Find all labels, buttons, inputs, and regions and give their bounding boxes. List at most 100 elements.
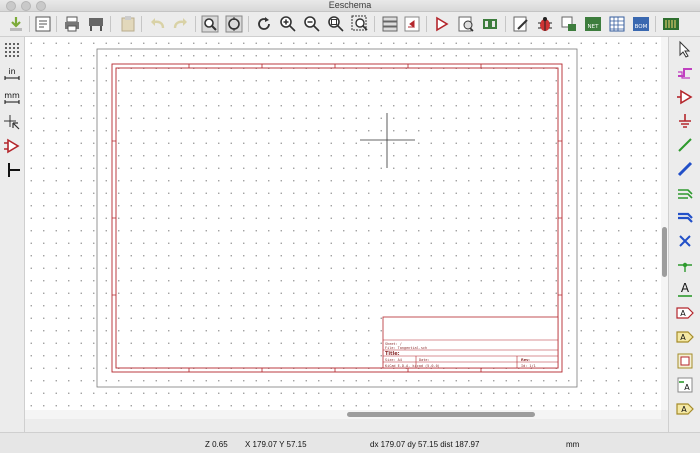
generate-bom-button[interactable]: BOM (631, 14, 651, 34)
footprint-editor-button[interactable] (480, 14, 500, 34)
annotate-icon (513, 16, 528, 32)
page-settings-button[interactable] (33, 14, 53, 34)
status-bar: Z 0.65 X 179.07 Y 57.15 dx 179.07 dy 57.… (0, 432, 700, 453)
spreadsheet-icon (609, 16, 625, 32)
erc-button[interactable] (535, 14, 555, 34)
pcb-editor-button[interactable] (661, 14, 681, 34)
bus-entry-icon (678, 212, 693, 223)
hidden-pins-icon (4, 138, 20, 154)
zoom-in-button[interactable] (278, 14, 298, 34)
print-button[interactable] (62, 14, 82, 34)
paste-button[interactable] (118, 14, 138, 34)
horizontal-scroll-thumb[interactable] (347, 412, 535, 417)
svg-text:A: A (680, 309, 686, 318)
title-block-id: Id: 1/1 (521, 364, 536, 368)
symbol-editor-button[interactable] (432, 14, 452, 34)
hierarchy-navigator-button[interactable] (380, 14, 400, 34)
redraw-button[interactable] (254, 14, 274, 34)
schematic-canvas[interactable]: Sheet: / File: Tangential.sch Title: Siz… (25, 37, 661, 410)
add-global-label-button[interactable]: A (674, 303, 696, 323)
wire-entry-icon (678, 189, 693, 199)
add-net-label-button[interactable]: A (674, 279, 696, 299)
net-label-icon: A (678, 281, 692, 297)
ground-icon (679, 114, 691, 128)
title-block: Sheet: / File: Tangential.sch Title: Siz… (382, 316, 559, 369)
bus-icon (677, 161, 693, 177)
pcb-icon (663, 18, 679, 30)
library-browser-icon (458, 16, 474, 32)
plot-button[interactable] (86, 14, 106, 34)
add-hierarchical-sheet-button[interactable] (674, 351, 696, 371)
vertical-scroll-thumb[interactable] (662, 227, 667, 277)
title-bar: Eeschema (0, 0, 700, 12)
printer-icon (65, 16, 79, 32)
plotter-icon (89, 18, 103, 31)
svg-text:A: A (684, 383, 690, 392)
library-browser-button[interactable] (456, 14, 476, 34)
zoom-fit-button[interactable] (326, 14, 346, 34)
highlight-net-button[interactable] (674, 63, 696, 83)
add-wire-button[interactable] (674, 135, 696, 155)
leave-sheet-icon (404, 16, 420, 32)
svg-text:A: A (681, 281, 690, 295)
vertical-scrollbar[interactable] (661, 37, 668, 410)
global-label-icon: A (676, 307, 694, 319)
hierarchical-label-icon: A (676, 331, 694, 343)
assign-footprints-button[interactable] (559, 14, 579, 34)
hierarchical-sheet-icon (677, 353, 693, 369)
redo-button[interactable] (171, 14, 191, 34)
bom-icon: BOM (633, 17, 649, 31)
new-schematic-button[interactable] (6, 14, 26, 34)
zoom-selection-button[interactable] (350, 14, 370, 34)
generate-netlist-button[interactable]: NET (583, 14, 603, 34)
status-units: mm (566, 440, 580, 449)
find-button[interactable] (200, 14, 220, 34)
status-cursor-position: X 179.07 Y 57.15 (245, 440, 307, 449)
grid-icon (5, 43, 19, 57)
add-bus-button[interactable] (674, 159, 696, 179)
select-tool-button[interactable] (674, 39, 696, 59)
units-mm-toggle[interactable]: mm (2, 88, 22, 108)
show-grid-toggle[interactable] (2, 40, 22, 60)
zoom-out-icon (304, 16, 320, 32)
page-settings-icon (35, 16, 51, 32)
spreadsheet-button[interactable] (607, 14, 627, 34)
cursor-shape-toggle[interactable] (2, 112, 22, 132)
find-replace-icon (225, 15, 243, 33)
units-inch-toggle[interactable]: in (2, 64, 22, 84)
main-toolbar: NET BOM (0, 12, 700, 37)
right-toolbar: A A A A A (668, 37, 700, 432)
add-bus-entry-button[interactable] (674, 207, 696, 227)
crosshair-cursor-icon (4, 115, 20, 130)
paste-icon (121, 16, 135, 32)
add-symbol-button[interactable] (674, 87, 696, 107)
zoom-out-button[interactable] (302, 14, 322, 34)
add-hierarchical-label-button[interactable]: A (674, 327, 696, 347)
add-no-connect-button[interactable] (674, 231, 696, 251)
zoom-in-icon (280, 16, 296, 32)
new-schematic-icon (10, 17, 22, 31)
orthogonal-wires-toggle[interactable] (2, 160, 22, 180)
no-connect-icon (679, 235, 691, 247)
leave-sheet-button[interactable] (402, 14, 422, 34)
svg-text:A: A (681, 405, 687, 414)
add-wire-entry-button[interactable] (674, 183, 696, 203)
add-junction-button[interactable] (674, 255, 696, 275)
highlight-net-icon (678, 68, 692, 79)
svg-text:mm: mm (4, 91, 20, 100)
horizontal-scrollbar[interactable] (25, 410, 661, 419)
find-replace-button[interactable] (224, 14, 244, 34)
annotate-button[interactable] (511, 14, 531, 34)
svg-text:A: A (680, 333, 686, 342)
import-sheet-pin-button[interactable]: A (674, 375, 696, 395)
symbol-editor-icon (436, 16, 449, 32)
undo-button[interactable] (147, 14, 167, 34)
symbol-icon (677, 89, 693, 105)
svg-text:NET: NET (588, 24, 600, 30)
add-power-button[interactable] (674, 111, 696, 131)
add-sheet-pin-button[interactable]: A (674, 399, 696, 419)
footprint-icon (483, 19, 497, 29)
show-hidden-pins-toggle[interactable] (2, 136, 22, 156)
redo-icon (173, 18, 187, 29)
title-block-title: Title: (385, 351, 400, 357)
